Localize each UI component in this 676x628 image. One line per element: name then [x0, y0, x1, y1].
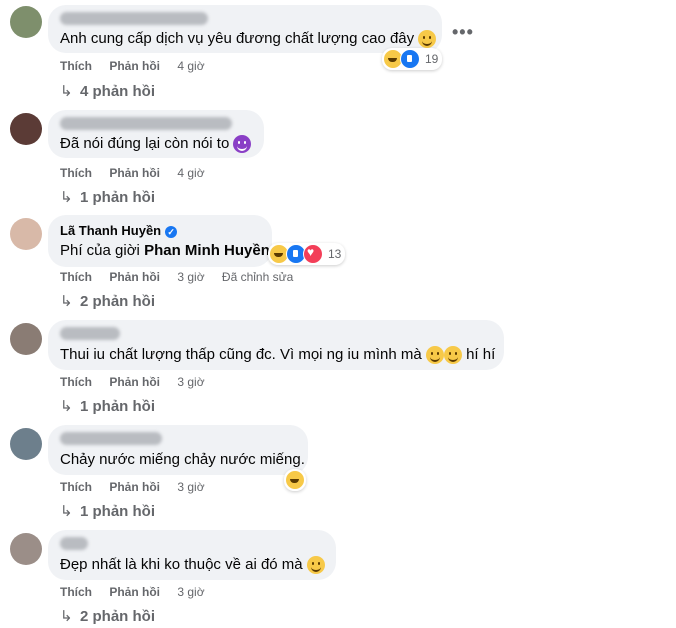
relieved-face-emoji	[418, 30, 437, 49]
mention-link[interactable]: Phan Minh Huyền	[144, 242, 270, 259]
author-name-redacted[interactable]	[60, 432, 162, 445]
reply-button[interactable]: Phản hồi	[109, 166, 160, 180]
timestamp[interactable]: 4 giờ	[177, 166, 204, 180]
reply-button[interactable]: Phản hồi	[109, 59, 160, 73]
avatar[interactable]	[10, 6, 42, 38]
author-name-redacted[interactable]	[60, 327, 120, 340]
love-reaction-icon	[303, 244, 323, 264]
reaction-summary[interactable]	[284, 469, 306, 491]
verified-badge-icon: ✓	[165, 225, 178, 238]
reaction-count: 13	[328, 247, 342, 261]
replies-count: 2 phản hồi	[80, 608, 155, 625]
comment-actions: Thích Phản hồi 3 giờ	[60, 585, 219, 599]
like-button[interactable]: Thích	[60, 585, 92, 599]
laughing-tears-emoji	[425, 346, 444, 365]
timestamp[interactable]: 3 giờ	[177, 270, 204, 284]
comment-bubble: Anh cung cấp dịch vụ yêu đương chất lượn…	[48, 5, 442, 53]
view-replies-button[interactable]: ↳ 1 phản hồi	[60, 397, 155, 415]
timestamp[interactable]: 4 giờ	[177, 59, 204, 73]
timestamp[interactable]: 3 giờ	[177, 375, 204, 389]
author-name[interactable]: Lã Thanh Huyền	[60, 223, 161, 238]
like-button[interactable]: Thích	[60, 166, 92, 180]
reply-arrow-icon: ↳	[60, 398, 73, 415]
avatar[interactable]	[10, 218, 42, 250]
like-button[interactable]: Thích	[60, 375, 92, 389]
view-replies-button[interactable]: ↳ 4 phản hồi	[60, 82, 155, 100]
haha-reaction-icon	[285, 470, 305, 490]
comment-bubble: Lã Thanh Huyền ✓ Phí của giời Phan Minh H…	[48, 215, 272, 267]
like-button[interactable]: Thích	[60, 480, 92, 494]
avatar[interactable]	[10, 323, 42, 355]
comment-actions: Thích Phản hồi 4 giờ	[60, 166, 219, 180]
view-replies-button[interactable]: ↳ 2 phản hồi	[60, 292, 155, 310]
comment-actions: Thích Phản hồi 3 giờ	[60, 480, 219, 494]
reply-arrow-icon: ↳	[60, 293, 73, 310]
author-name-redacted[interactable]	[60, 537, 88, 550]
comment-text: Đã nói đúng lại còn nói to	[60, 135, 230, 152]
reply-button[interactable]: Phản hồi	[109, 270, 160, 284]
grinning-face-emoji	[306, 556, 325, 575]
heart-eyes-emoji	[443, 346, 462, 365]
view-replies-button[interactable]: ↳ 1 phản hồi	[60, 502, 155, 520]
reply-button[interactable]: Phản hồi	[109, 480, 160, 494]
comment-bubble: Đẹp nhất là khi ko thuộc về ai đó mà	[48, 530, 336, 580]
reaction-summary[interactable]: 19	[382, 48, 443, 70]
replies-count: 2 phản hồi	[80, 293, 155, 310]
avatar[interactable]	[10, 533, 42, 565]
comment-bubble: Thui iu chất lượng thấp cũng đc. Vì mọi …	[48, 320, 504, 370]
comment-text: Anh cung cấp dịch vụ yêu đương chất lượn…	[60, 30, 415, 47]
comment-text-suffix: hí hí	[466, 346, 496, 363]
like-button[interactable]: Thích	[60, 59, 92, 73]
avatar[interactable]	[10, 113, 42, 145]
reply-arrow-icon: ↳	[60, 608, 73, 625]
timestamp[interactable]: 3 giờ	[177, 480, 204, 494]
reaction-summary[interactable]: 13	[268, 243, 346, 265]
avatar[interactable]	[10, 428, 42, 460]
view-replies-button[interactable]: ↳ 1 phản hồi	[60, 188, 155, 206]
reaction-count: 19	[425, 52, 439, 66]
comment-text: Thui iu chất lượng thấp cũng đc. Vì mọi …	[60, 346, 422, 363]
author-name-redacted[interactable]	[60, 12, 208, 25]
reply-arrow-icon: ↳	[60, 189, 73, 206]
like-reaction-icon	[400, 49, 420, 69]
reply-button[interactable]: Phản hồi	[109, 375, 160, 389]
like-button[interactable]: Thích	[60, 270, 92, 284]
timestamp[interactable]: 3 giờ	[177, 585, 204, 599]
comment-text: Phí của giời	[60, 242, 140, 259]
comment-actions: Thích Phản hồi 4 giờ	[60, 59, 219, 73]
replies-count: 1 phản hồi	[80, 503, 155, 520]
comment-actions: Thích Phản hồi 3 giờ	[60, 375, 219, 389]
comment-actions: Thích Phản hồi 3 giờ Đã chỉnh sửa	[60, 270, 307, 284]
comment-text: Đẹp nhất là khi ko thuộc về ai đó mà	[60, 556, 303, 573]
edited-label: Đã chỉnh sửa	[221, 270, 294, 284]
reply-arrow-icon: ↳	[60, 503, 73, 520]
comment-bubble: Đã nói đúng lại còn nói to	[48, 110, 264, 158]
replies-count: 1 phản hồi	[80, 398, 155, 415]
reply-button[interactable]: Phản hồi	[109, 585, 160, 599]
more-options-icon[interactable]: •••	[452, 22, 474, 43]
author-name-redacted[interactable]	[60, 117, 232, 130]
replies-count: 4 phản hồi	[80, 83, 155, 100]
view-replies-button[interactable]: ↳ 2 phản hồi	[60, 607, 155, 625]
comment-bubble: Chảy nước miếng chảy nước miếng.	[48, 425, 308, 475]
comment-text: Chảy nước miếng chảy nước miếng.	[60, 451, 305, 468]
replies-count: 1 phản hồi	[80, 189, 155, 206]
smiling-devil-emoji	[233, 135, 252, 154]
reply-arrow-icon: ↳	[60, 83, 73, 100]
